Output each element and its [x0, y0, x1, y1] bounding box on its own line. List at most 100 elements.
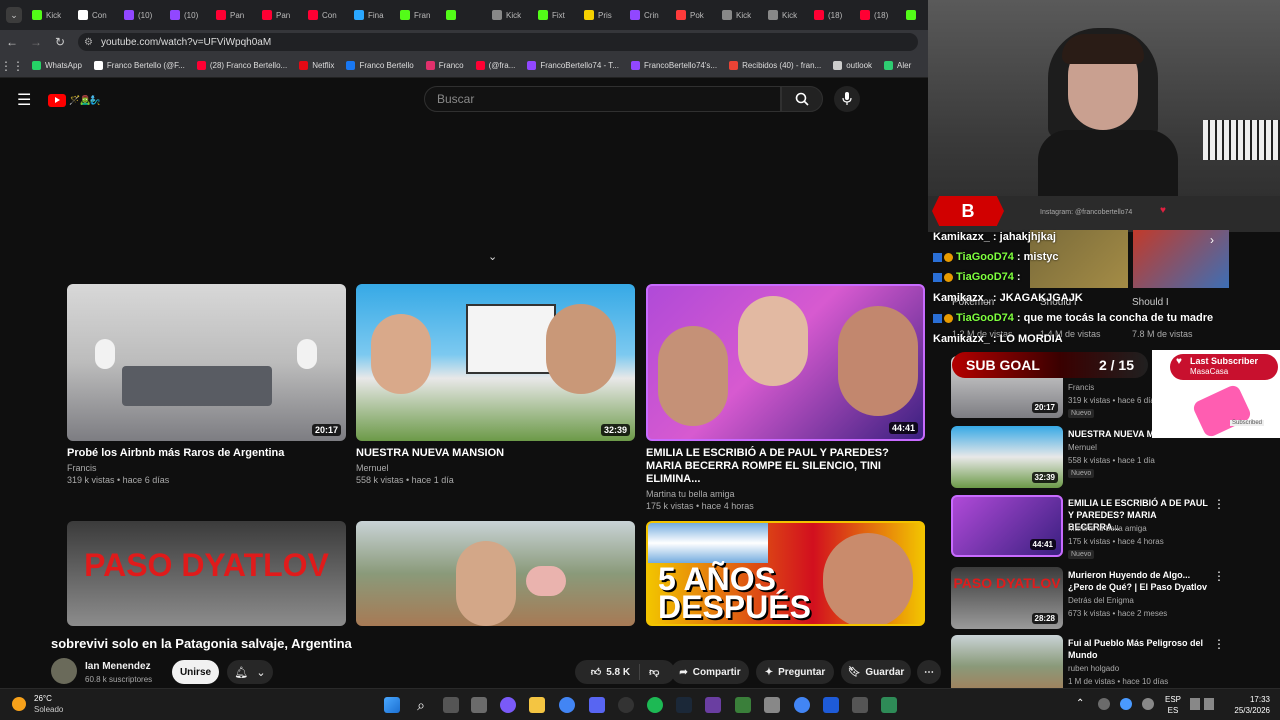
tray-icon[interactable]	[1142, 698, 1154, 710]
browser-tab[interactable]: Kick	[488, 3, 534, 27]
steam-icon[interactable]	[676, 697, 692, 713]
search-input[interactable]: Buscar	[424, 86, 781, 112]
chrome-icon[interactable]	[794, 697, 810, 713]
browser-tab[interactable]: Con	[304, 3, 350, 27]
bookmark-item[interactable]: Aler	[884, 61, 911, 70]
browser-tab[interactable]: Fran	[396, 3, 442, 27]
app-icon[interactable]	[764, 697, 780, 713]
video-thumbnail[interactable]: 32:39	[951, 426, 1063, 488]
browser-tab[interactable]: Kick	[764, 3, 810, 27]
chevron-up-icon[interactable]: ⌃	[1076, 698, 1084, 709]
video-thumbnail[interactable]	[356, 521, 635, 626]
bookmark-item[interactable]: Franco Bertello (@F...	[93, 61, 185, 70]
site-info-icon[interactable]: ⚙	[84, 37, 93, 48]
chrome-icon[interactable]	[559, 697, 575, 713]
bookmark-item[interactable]: outlook	[833, 61, 872, 70]
ask-button[interactable]: ✦ Preguntar	[756, 660, 834, 684]
apps-icon[interactable]: ⋮⋮	[0, 59, 24, 73]
browser-tab[interactable]: Fixt	[534, 3, 580, 27]
end-screen-card[interactable]: 20:17 Probé los Airbnb más Raros de Arge…	[67, 284, 346, 485]
browser-tab[interactable]: Kick	[28, 3, 74, 27]
channel-name[interactable]: Mernuel	[356, 463, 635, 473]
back-icon[interactable]: ←	[0, 35, 24, 49]
browser-tab[interactable]: Fina	[350, 3, 396, 27]
channel-name[interactable]: Martina tu bella amiga	[1068, 524, 1147, 533]
video-title[interactable]: EMILIA LE ESCRIBIÓ A DE PAUL Y PAREDES? …	[646, 447, 925, 486]
channel-name[interactable]: Francis	[67, 463, 346, 473]
tray-icon[interactable]	[1098, 698, 1110, 710]
browser-tab[interactable]: (10)	[166, 3, 212, 27]
browser-tab[interactable]: Pok	[672, 3, 718, 27]
recommended-video[interactable]: PASO DYATLOV 28:28 Murieron Huyendo de A…	[951, 567, 1271, 629]
end-screen-card[interactable]: 32:39 NUESTRA NUEVA MANSION Mernuel 558 …	[356, 284, 635, 485]
bookmark-item[interactable]: Recibidos (40) - fran...	[729, 61, 821, 70]
spotify-icon[interactable]	[647, 697, 663, 713]
more-vert-icon[interactable]: ⋮	[1213, 497, 1225, 511]
share-button[interactable]: ➦ Compartir	[671, 660, 749, 684]
browser-tab[interactable]: Pan	[258, 3, 304, 27]
bookmark-item[interactable]: (@fra...	[475, 61, 515, 70]
weather-widget[interactable]: 26°C Soleado	[12, 694, 72, 716]
video-title[interactable]: Probé los Airbnb más Raros de Argentina	[67, 447, 346, 460]
video-thumbnail[interactable]: PASO DYATLOV 28:28	[951, 567, 1063, 629]
channel-name[interactable]: Martina tu bella amiga	[646, 489, 925, 499]
app-icon[interactable]	[500, 697, 516, 713]
like-button[interactable]: 👍︎ 5.8 K	[591, 666, 630, 679]
browser-tab[interactable]: Crin	[626, 3, 672, 27]
search-icon[interactable]: ⌕	[413, 697, 429, 713]
volume-icon[interactable]	[1204, 698, 1214, 710]
youtube-logo[interactable]	[48, 93, 67, 107]
video-thumbnail[interactable]: PASO DYATLOV	[67, 521, 346, 626]
menu-icon[interactable]: ☰	[17, 90, 31, 110]
app-icon[interactable]	[881, 697, 897, 713]
app-icon[interactable]	[705, 697, 721, 713]
browser-tab[interactable]: Kick	[718, 3, 764, 27]
discord-icon[interactable]	[589, 697, 605, 713]
file-explorer-icon[interactable]	[529, 697, 545, 713]
end-screen-card[interactable]: 44:41 EMILIA LE ESCRIBIÓ A DE PAUL Y PAR…	[646, 284, 925, 511]
forward-icon[interactable]: →	[24, 35, 48, 49]
channel-name[interactable]: Mernuel	[1068, 443, 1097, 452]
app-icon[interactable]	[735, 697, 751, 713]
channel-name[interactable]: ruben holgado	[1068, 664, 1119, 673]
voice-search-button[interactable]	[834, 86, 860, 112]
tray-icon[interactable]	[1120, 698, 1132, 710]
video-thumbnail[interactable]: 44:41	[646, 284, 925, 441]
video-thumbnail[interactable]: 5 AÑOS DESPUÉS	[646, 521, 925, 626]
app-icon[interactable]	[852, 697, 868, 713]
bookmark-item[interactable]: Franco Bertello	[346, 61, 414, 70]
video-thumbnail[interactable]: 32:39	[356, 284, 635, 441]
more-actions-button[interactable]: ⋯	[917, 660, 941, 684]
channel-avatar[interactable]	[51, 658, 77, 684]
bookmark-item[interactable]: WhatsApp	[32, 61, 82, 70]
search-button[interactable]	[781, 86, 823, 112]
video-thumbnail[interactable]: 44:41	[951, 495, 1063, 557]
channel-name[interactable]: Detrás del Enigma	[1068, 596, 1134, 605]
address-bar[interactable]: ⚙ youtube.com/watch?v=UFViWpqh0aM	[78, 33, 918, 51]
more-vert-icon[interactable]: ⋮	[1213, 637, 1225, 651]
video-thumbnail[interactable]: 20:17	[67, 284, 346, 441]
system-clock[interactable]: 17:33 25/3/2026	[1226, 694, 1270, 716]
tab-list-button[interactable]: ⌄	[6, 7, 22, 23]
join-button[interactable]: Unirse	[172, 660, 219, 684]
channel-name[interactable]: Ian Menendez	[85, 661, 151, 672]
app-icon[interactable]	[823, 697, 839, 713]
app-icon[interactable]	[471, 697, 487, 713]
bookmark-item[interactable]: FrancoBertello74's...	[630, 61, 717, 70]
reload-icon[interactable]: ↻	[48, 35, 72, 49]
start-icon[interactable]	[384, 697, 400, 713]
more-vert-icon[interactable]: ⋮	[1213, 569, 1225, 583]
bookmark-item[interactable]: (28) Franco Bertello...	[196, 61, 287, 70]
browser-tab[interactable]: Pris	[580, 3, 626, 27]
video-title[interactable]: NUESTRA NUEVA MANSION	[356, 447, 635, 460]
browser-tab[interactable]: (18)	[856, 3, 902, 27]
recommended-video[interactable]: 44:41 EMILIA LE ESCRIBIÓ A DE PAUL Y PAR…	[951, 495, 1271, 559]
thumb-down-icon[interactable]: 👎︎	[649, 666, 659, 678]
browser-tab[interactable]: Con	[74, 3, 120, 27]
channel-name[interactable]: Francis	[1068, 383, 1094, 392]
language-indicator[interactable]: ESP ES	[1164, 694, 1182, 716]
bookmark-item[interactable]: FrancoBertello74 - T...	[527, 61, 619, 70]
task-view-icon[interactable]	[443, 697, 459, 713]
browser-tab[interactable]: Pan	[212, 3, 258, 27]
save-button[interactable]: 🔖︎ Guardar	[841, 660, 911, 684]
